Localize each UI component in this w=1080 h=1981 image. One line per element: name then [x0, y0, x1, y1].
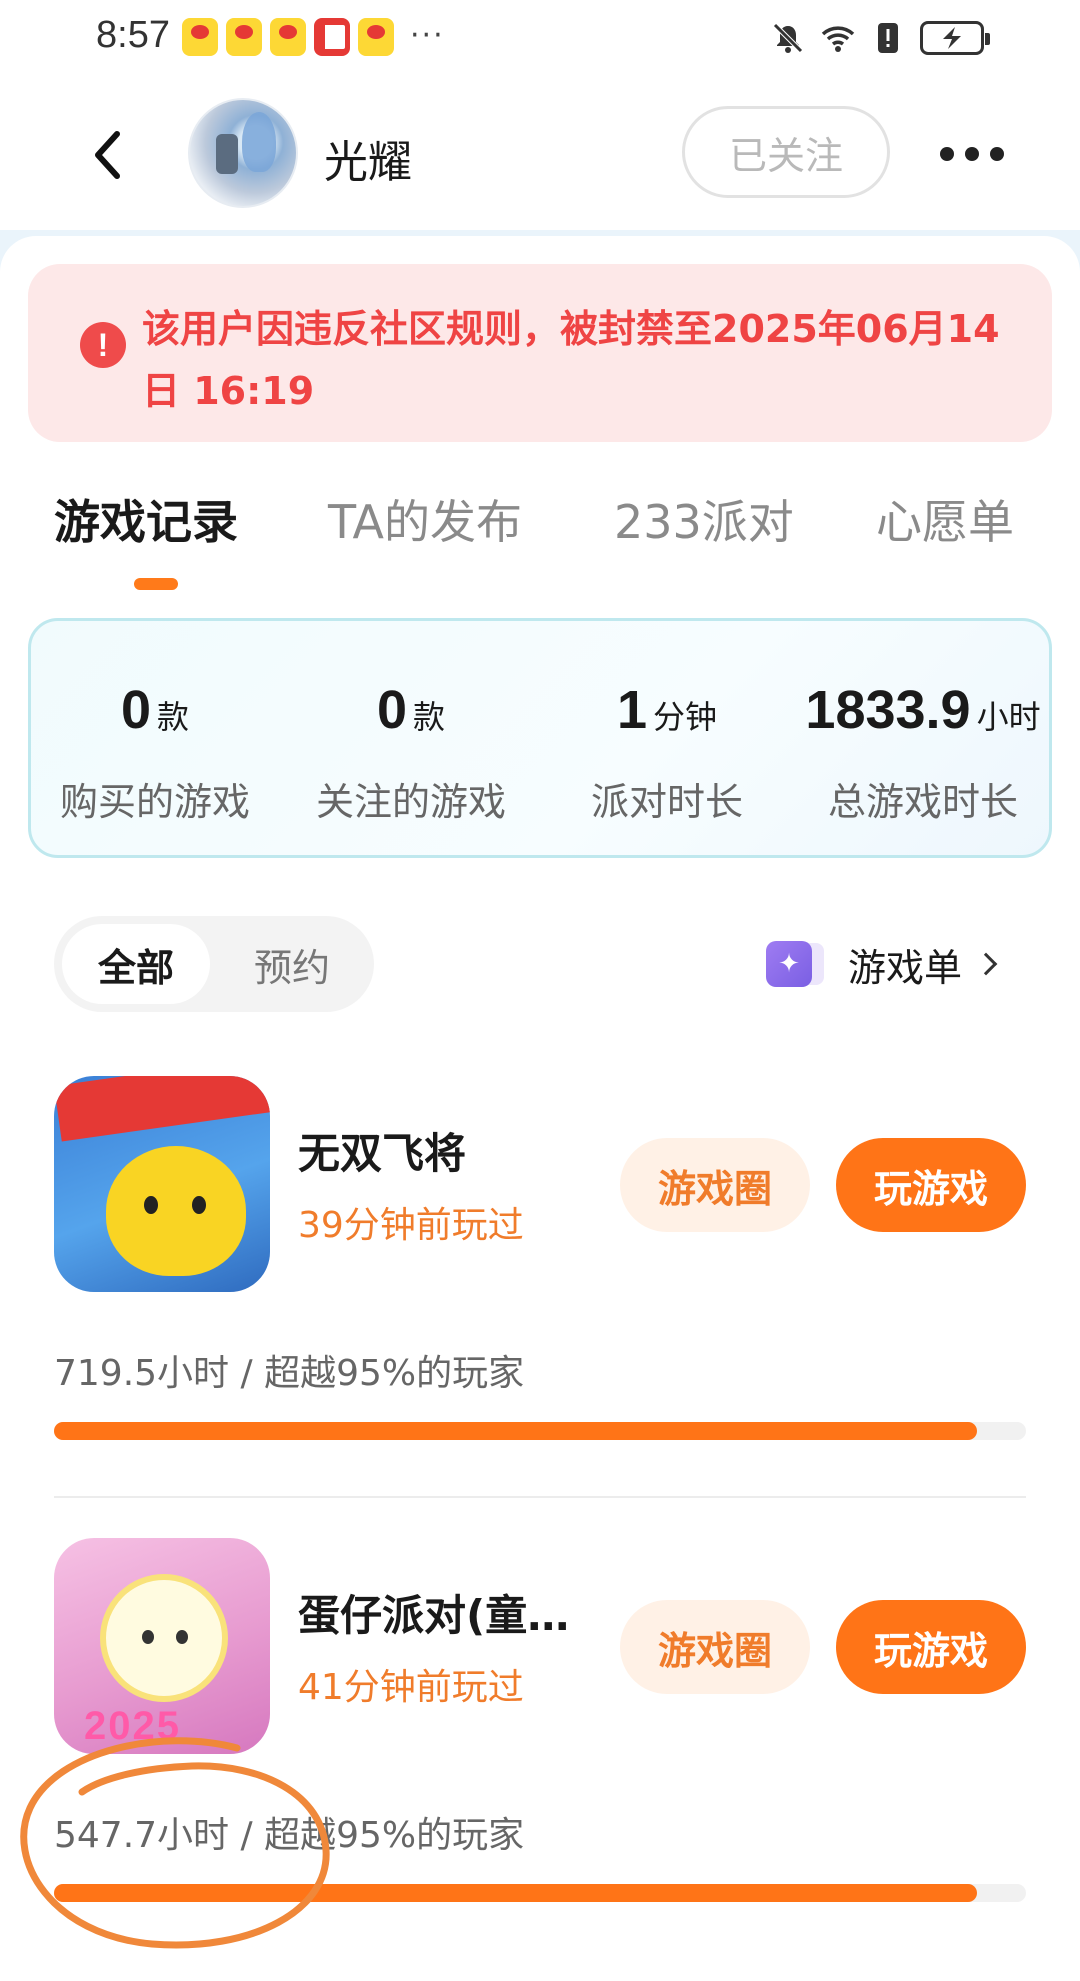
- filter-segment: 全部 预约: [54, 916, 374, 1012]
- wifi-icon: [821, 26, 855, 52]
- game-playtime-stat: 547.7小时 / 超越95%的玩家: [54, 1815, 525, 1856]
- stat-unit: 款: [157, 698, 190, 736]
- chevron-left-icon: [95, 131, 120, 179]
- avatar[interactable]: [188, 98, 298, 208]
- playtime-progress-fill: [54, 1884, 978, 1902]
- stat-label: 关注的游戏: [315, 780, 506, 824]
- tab-party[interactable]: 233派对: [614, 486, 794, 552]
- play-game-button[interactable]: 玩游戏: [836, 1600, 1026, 1694]
- battery-charging-icon: [920, 21, 990, 55]
- mute-icon: [773, 23, 803, 53]
- stat-label: 购买的游戏: [59, 780, 250, 824]
- follow-button[interactable]: 已关注: [682, 106, 890, 198]
- dot-icon: [940, 147, 954, 161]
- weibo-icon: [226, 18, 262, 56]
- stat-value: 1: [616, 680, 648, 740]
- username: 光耀: [324, 137, 412, 188]
- game-circle-button[interactable]: 游戏圈: [620, 1138, 810, 1232]
- ban-notice-text: 该用户因违反社区规则，被封禁至2025年06月14日 16:19: [142, 307, 1000, 413]
- tab-wishlist[interactable]: 心愿单: [876, 486, 1014, 552]
- ban-notice: ! 该用户因违反社区规则，被封禁至2025年06月14日 16:19: [28, 264, 1052, 442]
- book-icon: [314, 18, 350, 56]
- tab-game-records[interactable]: 游戏记录: [54, 486, 238, 552]
- game-name[interactable]: 无双飞将: [298, 1120, 608, 1181]
- playtime-progress-bar: [54, 1422, 1026, 1440]
- weibo-icon: [182, 18, 218, 56]
- dot-icon: [990, 147, 1004, 161]
- stat-unit: 小时: [976, 698, 1041, 736]
- profile-tabs: 游戏记录 TA的发布 233派对 心愿单: [0, 486, 1080, 596]
- game-list-button[interactable]: 游戏单: [766, 928, 1028, 1000]
- profile-header: 光耀 已关注: [0, 80, 1080, 230]
- stat-party-duration: 1 分钟 派对时长: [543, 621, 791, 861]
- stat-value: 0: [120, 680, 152, 740]
- back-button[interactable]: [80, 120, 134, 190]
- filter-reserve-button[interactable]: 预约: [218, 924, 366, 1004]
- notification-icons: [182, 18, 394, 56]
- stat-label: 派对时长: [590, 780, 743, 824]
- status-right-icons: [770, 20, 990, 56]
- stat-followed-games: 0款 关注的游戏: [287, 621, 535, 861]
- game-last-played: 39分钟前玩过: [298, 1205, 524, 1246]
- playtime-progress-bar: [54, 1884, 1026, 1902]
- alert-icon: [878, 23, 898, 53]
- sparkle-icon: [766, 941, 812, 987]
- game-item: 2025 蛋仔派对(童… 41分钟前玩过 游戏圈 玩游戏 547.7小时 / 超…: [0, 1538, 1080, 1968]
- game-icon[interactable]: [54, 1076, 270, 1292]
- game-name[interactable]: 蛋仔派对(童…: [298, 1582, 608, 1643]
- stats-panel: 0款 购买的游戏 0款 关注的游戏 1 分钟 派对时长 1833.9 小时 总游戏时…: [28, 618, 1052, 858]
- divider: [54, 1496, 1026, 1498]
- warning-icon: !: [80, 322, 126, 368]
- weibo-icon: [358, 18, 394, 56]
- game-list-label: 游戏单: [848, 945, 963, 990]
- status-bar: 8:57 ···: [0, 0, 1080, 80]
- game-last-played: 41分钟前玩过: [298, 1667, 524, 1708]
- game-circle-button[interactable]: 游戏圈: [620, 1600, 810, 1694]
- status-more-notifications: ···: [410, 18, 445, 53]
- stat-purchased-games: 0款 购买的游戏: [31, 621, 279, 861]
- game-playtime-stat: 719.5小时 / 超越95%的玩家: [54, 1353, 525, 1394]
- playtime-progress-fill: [54, 1422, 978, 1440]
- stat-unit: 款: [413, 698, 446, 736]
- stat-total-playtime: 1833.9 小时 总游戏时长: [791, 621, 1055, 861]
- stat-value: 1833.9: [805, 680, 971, 740]
- status-time: 8:57: [96, 14, 170, 56]
- tab-active-indicator: [134, 578, 178, 590]
- game-icon[interactable]: 2025: [54, 1538, 270, 1754]
- play-game-button[interactable]: 玩游戏: [836, 1138, 1026, 1232]
- more-options-button[interactable]: [940, 132, 1004, 176]
- dot-icon: [965, 147, 979, 161]
- profile-content: ! 该用户因违反社区规则，被封禁至2025年06月14日 16:19 游戏记录 …: [0, 236, 1080, 1981]
- filter-all-button[interactable]: 全部: [62, 924, 210, 1004]
- stat-label: 总游戏时长: [827, 780, 1018, 824]
- stat-value: 0: [376, 680, 408, 740]
- tab-posts[interactable]: TA的发布: [328, 486, 522, 552]
- weibo-icon: [270, 18, 306, 56]
- game-item: 无双飞将 39分钟前玩过 游戏圈 玩游戏 719.5小时 / 超越95%的玩家: [0, 1076, 1080, 1506]
- chevron-right-icon: [974, 952, 998, 976]
- stat-unit: 分钟: [653, 698, 718, 736]
